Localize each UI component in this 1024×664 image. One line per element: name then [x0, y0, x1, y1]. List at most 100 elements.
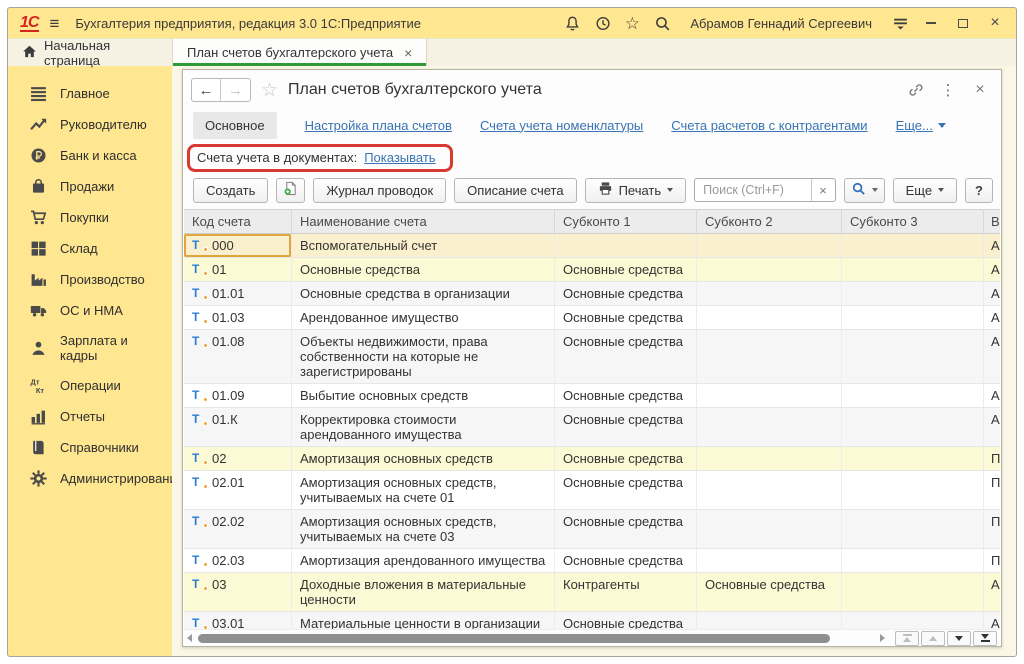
- cell-subconto-2[interactable]: [697, 330, 842, 383]
- cell-account-code[interactable]: Т 01.03: [184, 306, 292, 329]
- cell-kind[interactable]: А: [984, 258, 1000, 281]
- cell-subconto-3[interactable]: [842, 282, 984, 305]
- cell-account-code[interactable]: Т 01.08: [184, 330, 292, 383]
- cell-subconto-2[interactable]: [697, 471, 842, 509]
- cell-account-name[interactable]: Амортизация арендованного имущества: [292, 549, 555, 572]
- table-row[interactable]: Т 01 Основные средства Основные средства…: [184, 258, 1000, 282]
- cell-account-name[interactable]: Доходные вложения в материальные ценност…: [292, 573, 555, 611]
- form-nav-tab[interactable]: Счета учета номенклатуры: [480, 118, 643, 133]
- cell-subconto-1[interactable]: Основные средства: [555, 282, 697, 305]
- cell-subconto-3[interactable]: [842, 471, 984, 509]
- cell-account-name[interactable]: Выбытие основных средств: [292, 384, 555, 407]
- current-user[interactable]: Абрамов Геннадий Сергеевич: [690, 16, 872, 31]
- cell-subconto-3[interactable]: [842, 258, 984, 281]
- cell-account-code[interactable]: Т 000: [184, 234, 292, 257]
- create-button[interactable]: Создать: [193, 178, 268, 203]
- cell-kind[interactable]: А: [984, 573, 1000, 611]
- cell-account-name[interactable]: Амортизация основных средств, учитываемы…: [292, 510, 555, 548]
- cell-account-name[interactable]: Основные средства в организации: [292, 282, 555, 305]
- cell-subconto-1[interactable]: Основные средства: [555, 306, 697, 329]
- table-row[interactable]: Т 01.03 Арендованное имущество Основные …: [184, 306, 1000, 330]
- sidebar-item-cart[interactable]: Покупки: [8, 202, 172, 233]
- cell-subconto-1[interactable]: [555, 234, 697, 257]
- scrollbar-track[interactable]: [196, 634, 876, 643]
- maximize-button[interactable]: [952, 13, 974, 33]
- form-nav-tab[interactable]: Настройка плана счетов: [305, 118, 452, 133]
- sidebar-item-gear[interactable]: Администрирование: [8, 463, 172, 494]
- next-row-button[interactable]: [947, 631, 971, 646]
- sidebar-item-truck[interactable]: ОС и НМА: [8, 295, 172, 326]
- sidebar-item-bag[interactable]: Продажи: [8, 171, 172, 202]
- cell-account-code[interactable]: Т 02.02: [184, 510, 292, 548]
- cell-subconto-1[interactable]: Основные средства: [555, 258, 697, 281]
- cell-subconto-1[interactable]: Основные средства: [555, 408, 697, 446]
- go-last-row-button[interactable]: [973, 631, 997, 646]
- cell-subconto-3[interactable]: [842, 330, 984, 383]
- cell-kind[interactable]: А: [984, 330, 1000, 383]
- cell-account-code[interactable]: Т 02: [184, 447, 292, 470]
- table-row[interactable]: Т 03 Доходные вложения в материальные це…: [184, 573, 1000, 612]
- more-actions-button[interactable]: Еще: [893, 178, 957, 203]
- sidebar-item-ruble-coin[interactable]: Банк и касса: [8, 140, 172, 171]
- form-nav-tab[interactable]: Еще...: [896, 118, 946, 133]
- cell-subconto-3[interactable]: [842, 306, 984, 329]
- cell-subconto-3[interactable]: [842, 510, 984, 548]
- get-link-icon[interactable]: [905, 79, 927, 101]
- cell-kind[interactable]: А: [984, 306, 1000, 329]
- cell-subconto-2[interactable]: [697, 258, 842, 281]
- account-description-button[interactable]: Описание счета: [454, 178, 576, 203]
- cell-account-code[interactable]: Т 03: [184, 573, 292, 611]
- cell-account-name[interactable]: Амортизация основных средств, учитываемы…: [292, 471, 555, 509]
- journal-entries-button[interactable]: Журнал проводок: [313, 178, 446, 203]
- table-row[interactable]: Т 01.08 Объекты недвижимости, права собс…: [184, 330, 1000, 384]
- cell-kind[interactable]: А: [984, 408, 1000, 446]
- table-row[interactable]: Т 02.01 Амортизация основных средств, уч…: [184, 471, 1000, 510]
- sidebar-item-book[interactable]: Справочники: [8, 432, 172, 463]
- cell-subconto-3[interactable]: [842, 408, 984, 446]
- go-first-row-button[interactable]: [895, 631, 919, 646]
- horizontal-scrollbar[interactable]: [184, 629, 1000, 646]
- table-row[interactable]: Т 02.02 Амортизация основных средств, уч…: [184, 510, 1000, 549]
- column-header[interactable]: Код счета: [184, 210, 292, 233]
- column-header[interactable]: Наименование счета: [292, 210, 555, 233]
- cell-account-code[interactable]: Т 01.01: [184, 282, 292, 305]
- scroll-left-icon[interactable]: [187, 634, 192, 642]
- search-clear-icon[interactable]: ×: [811, 179, 835, 201]
- form-nav-tab[interactable]: Счета расчетов с контрагентами: [671, 118, 867, 133]
- add-favorite-star-icon[interactable]: ☆: [261, 79, 278, 102]
- tab-home-page[interactable]: Начальная страница: [8, 39, 172, 66]
- cell-account-code[interactable]: Т 02.03: [184, 549, 292, 572]
- cell-subconto-3[interactable]: [842, 384, 984, 407]
- sidebar-item-dtkt[interactable]: ДтКт Операции: [8, 370, 172, 401]
- print-button[interactable]: Печать: [585, 178, 687, 203]
- search-options-button[interactable]: [844, 178, 885, 203]
- history-icon[interactable]: [592, 13, 612, 33]
- cell-subconto-1[interactable]: Основные средства: [555, 330, 697, 383]
- cell-account-code[interactable]: Т 01.09: [184, 384, 292, 407]
- table-row[interactable]: Т 01.К Корректировка стоимости арендован…: [184, 408, 1000, 447]
- minimize-button[interactable]: [920, 13, 942, 33]
- cell-account-code[interactable]: Т 02.01: [184, 471, 292, 509]
- sidebar-item-warehouse[interactable]: Склад: [8, 233, 172, 264]
- more-menu-icon[interactable]: ⋮: [937, 79, 959, 101]
- column-header[interactable]: Субконто 2: [697, 210, 842, 233]
- window-close-button[interactable]: ×: [984, 13, 1006, 33]
- back-button[interactable]: ←: [192, 79, 221, 101]
- cell-kind[interactable]: П: [984, 447, 1000, 470]
- cell-subconto-1[interactable]: Основные средства: [555, 549, 697, 572]
- cell-subconto-1[interactable]: Основные средства: [555, 471, 697, 509]
- column-header[interactable]: Субконто 3: [842, 210, 984, 233]
- cell-subconto-1[interactable]: Основные средства: [555, 384, 697, 407]
- cell-subconto-3[interactable]: [842, 234, 984, 257]
- form-close-icon[interactable]: ×: [969, 79, 991, 101]
- cell-account-name[interactable]: Основные средства: [292, 258, 555, 281]
- cell-account-code[interactable]: Т 01.К: [184, 408, 292, 446]
- cell-subconto-2[interactable]: [697, 510, 842, 548]
- cell-account-name[interactable]: Корректировка стоимости арендованного им…: [292, 408, 555, 446]
- table-row[interactable]: Т 02 Амортизация основных средств Основн…: [184, 447, 1000, 471]
- cell-subconto-2[interactable]: [697, 549, 842, 572]
- cell-subconto-2[interactable]: [697, 282, 842, 305]
- table-row[interactable]: Т 01.01 Основные средства в организации …: [184, 282, 1000, 306]
- help-button[interactable]: ?: [965, 178, 993, 203]
- cell-kind[interactable]: П: [984, 510, 1000, 548]
